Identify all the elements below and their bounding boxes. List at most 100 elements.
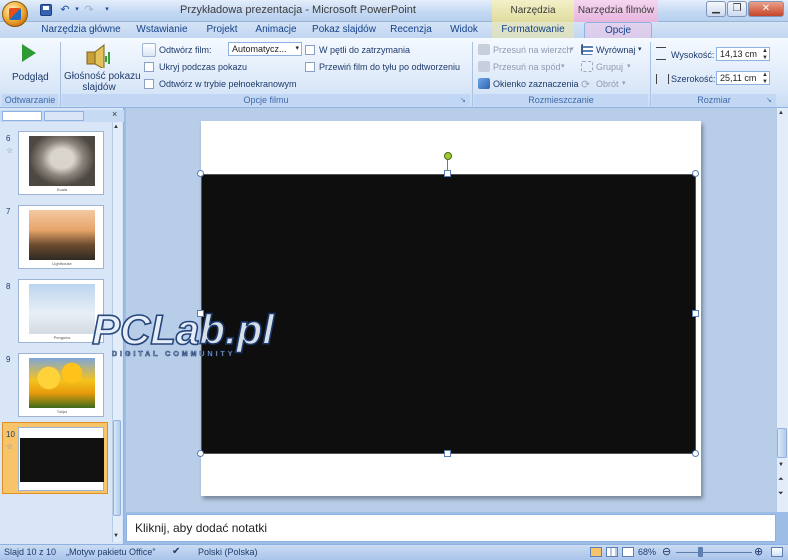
rotate-dropdown-icon[interactable]: ▾ xyxy=(622,79,626,87)
play-film-label: Odtwórz film: xyxy=(159,45,212,55)
resize-handle[interactable] xyxy=(692,310,699,317)
width-label: Szerokość: xyxy=(671,74,716,84)
hide-during-show-label: Ukryj podczas pokazu xyxy=(159,62,248,72)
next-slide-icon[interactable]: ⏷ xyxy=(778,490,784,498)
customize-toolbar-icon[interactable]: ▾ xyxy=(100,3,114,17)
group-label-film-options: Opcje filmu xyxy=(62,94,470,106)
slide-thumbnail[interactable]: Tulips xyxy=(18,353,104,417)
notes-placeholder: Kliknij, aby dodać notatki xyxy=(135,521,268,535)
scroll-thumb[interactable] xyxy=(777,428,787,458)
width-icon xyxy=(656,74,669,84)
spellcheck-icon[interactable]: ✔ xyxy=(172,545,180,559)
slide-caption: Koala xyxy=(56,187,68,192)
language[interactable]: Polski (Polska) xyxy=(198,545,258,559)
volume-label-2[interactable]: slajdów xyxy=(64,82,134,93)
slide-counter: Slajd 10 z 10 xyxy=(4,547,57,557)
zoom-in-icon[interactable]: ⊕ xyxy=(754,545,763,559)
video-thumbnail xyxy=(20,438,104,482)
align-dropdown-icon[interactable]: ▾ xyxy=(638,45,642,53)
group-button[interactable]: Grupuj xyxy=(596,62,623,72)
scroll-thumb[interactable] xyxy=(113,420,121,516)
bring-forward-icon xyxy=(478,44,490,55)
close-panel-icon[interactable]: × xyxy=(112,109,117,119)
scroll-up-icon[interactable]: ▲ xyxy=(113,124,119,130)
picture-tools-header: Narzędzia obrazów xyxy=(492,0,574,38)
height-spinner-icon[interactable]: ▲ ▼ xyxy=(761,48,769,62)
fit-to-window-icon[interactable] xyxy=(771,547,783,557)
dialog-launcher-icon[interactable]: ↘ xyxy=(460,96,466,104)
send-backward-icon xyxy=(478,61,490,72)
group-separator xyxy=(472,42,473,106)
scroll-down-icon[interactable]: ▼ xyxy=(113,533,119,539)
theme-name[interactable]: „Motyw pakietu Office” xyxy=(66,545,155,559)
normal-view-icon[interactable] xyxy=(590,547,602,557)
tab-design[interactable]: Projekt xyxy=(200,22,244,38)
selection-pane-button[interactable]: Okienko zaznaczenia xyxy=(493,79,579,89)
slide-thumbnail-selected[interactable] xyxy=(18,427,104,491)
slide-thumbnail[interactable]: Koala xyxy=(18,131,104,195)
group-dropdown-icon[interactable]: ▾ xyxy=(627,62,631,70)
resize-handle[interactable] xyxy=(444,450,451,457)
slide-sorter-icon[interactable] xyxy=(606,547,618,557)
notes-pane[interactable]: Kliknij, aby dodać notatki xyxy=(126,514,776,542)
align-button[interactable]: Wyrównaj xyxy=(596,45,635,55)
fullscreen-checkbox[interactable] xyxy=(144,79,154,89)
play-icon[interactable] xyxy=(22,44,36,62)
send-backward-dropdown-icon[interactable]: ▾ xyxy=(561,62,565,70)
rotate-handle[interactable] xyxy=(444,152,452,160)
redo-icon[interactable]: ↷ xyxy=(82,3,96,17)
close-button[interactable]: ✕ xyxy=(748,1,784,17)
office-button[interactable] xyxy=(2,1,28,27)
slide-caption: Tulips xyxy=(56,409,68,414)
tab-slide-show[interactable]: Pokaz slajdów xyxy=(308,22,380,38)
width-spinner-icon[interactable]: ▲ ▼ xyxy=(761,72,769,86)
resize-handle[interactable] xyxy=(444,170,451,177)
zoom-slider[interactable] xyxy=(676,552,752,553)
tab-animations[interactable]: Animacje xyxy=(252,22,300,38)
send-backward-button[interactable]: Przesuń na spód xyxy=(493,62,561,72)
zoom-out-icon[interactable]: ⊖ xyxy=(662,545,671,559)
volume-label-1[interactable]: Głośność pokazu xyxy=(64,71,141,82)
resize-handle[interactable] xyxy=(197,170,204,177)
tab-view[interactable]: Widok xyxy=(442,22,486,38)
resize-handle[interactable] xyxy=(692,450,699,457)
bring-forward-button[interactable]: Przesuń na wierzch xyxy=(493,45,572,55)
slide-thumbnail[interactable]: Lighthouse xyxy=(18,205,104,269)
volume-icon[interactable] xyxy=(84,42,110,70)
height-icon xyxy=(656,47,666,60)
tab-home[interactable]: Narzędzia główne xyxy=(40,22,122,38)
tab-outline[interactable] xyxy=(44,111,84,121)
hide-during-show-checkbox[interactable] xyxy=(144,62,154,72)
previous-slide-icon[interactable]: ⏶ xyxy=(778,476,784,484)
scroll-down-icon[interactable]: ▼ xyxy=(778,462,784,468)
zoom-level[interactable]: 68% xyxy=(638,545,656,559)
size-dialog-launcher-icon[interactable]: ↘ xyxy=(766,96,772,104)
resize-handle[interactable] xyxy=(197,450,204,457)
minimize-button[interactable]: ▁ xyxy=(706,1,726,17)
preview-button[interactable]: Podgląd xyxy=(12,72,49,83)
watermark-tagline: DIGITAL COMMUNITY xyxy=(112,351,235,358)
slide-number: 7 xyxy=(6,207,11,216)
tab-insert[interactable]: Wstawianie xyxy=(130,22,194,38)
group-label-arrange: Rozmieszczanie xyxy=(474,94,648,106)
rewind-checkbox[interactable] xyxy=(305,62,315,72)
zoom-slider-thumb[interactable] xyxy=(698,547,703,557)
align-icon xyxy=(581,44,593,55)
play-film-icon xyxy=(142,43,156,57)
resize-handle[interactable] xyxy=(692,170,699,177)
group-label-play: Odtwarzanie xyxy=(2,94,58,106)
tulips-image xyxy=(29,358,95,408)
tab-options[interactable]: Opcje xyxy=(584,22,652,38)
tab-slides[interactable] xyxy=(2,111,42,121)
play-film-select[interactable]: Automatycz... ▾ xyxy=(228,42,302,56)
tab-format[interactable]: Formatowanie xyxy=(492,22,574,38)
maximize-button[interactable]: ❐ xyxy=(727,1,747,17)
slide-show-icon[interactable] xyxy=(622,547,634,557)
loop-checkbox[interactable] xyxy=(305,45,315,55)
tab-review[interactable]: Recenzja xyxy=(388,22,434,38)
scroll-up-icon[interactable]: ▲ xyxy=(778,110,784,116)
save-icon[interactable] xyxy=(40,4,52,16)
rotate-button[interactable]: Obrót xyxy=(596,79,619,89)
height-label: Wysokość: xyxy=(671,50,715,60)
bring-forward-dropdown-icon[interactable]: ▾ xyxy=(570,45,574,53)
